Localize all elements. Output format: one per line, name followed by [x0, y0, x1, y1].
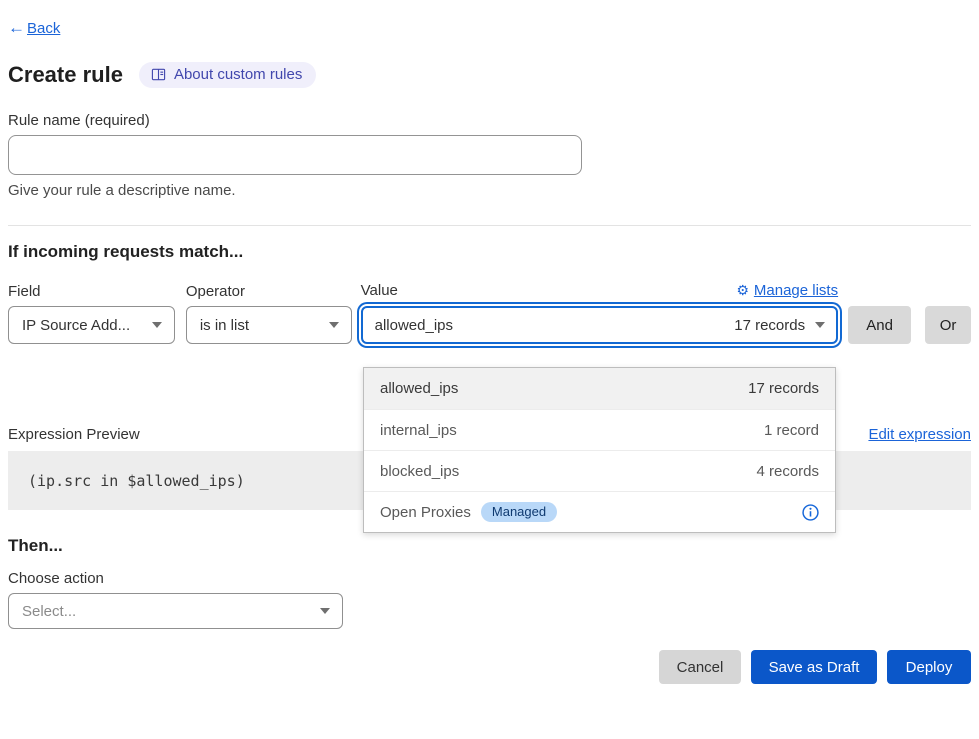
match-section-heading: If incoming requests match...: [8, 242, 971, 262]
action-select-placeholder: Select...: [22, 603, 76, 620]
chevron-down-icon: [320, 608, 330, 614]
list-item-name: allowed_ips: [380, 380, 458, 397]
value-label: Value: [361, 282, 398, 299]
manage-lists-label[interactable]: Manage lists: [754, 282, 838, 299]
operator-select-value: is in list: [200, 317, 249, 334]
info-icon[interactable]: [802, 504, 819, 521]
list-item-count: 4 records: [756, 463, 819, 480]
rule-name-input[interactable]: [8, 135, 582, 175]
back-link[interactable]: ← Back: [8, 18, 971, 38]
or-button[interactable]: Or: [925, 306, 971, 344]
edit-expression-link[interactable]: Edit expression: [868, 426, 971, 443]
chevron-down-icon: [152, 322, 162, 328]
save-as-draft-button[interactable]: Save as Draft: [751, 650, 877, 684]
field-select[interactable]: IP Source Add...: [8, 306, 175, 344]
value-select-count: 17 records: [734, 317, 805, 334]
value-select-name: allowed_ips: [375, 317, 453, 334]
list-item-name: internal_ips: [380, 422, 457, 439]
back-link-label[interactable]: Back: [27, 20, 60, 37]
page-title: Create rule: [8, 62, 123, 88]
deploy-button[interactable]: Deploy: [887, 650, 971, 684]
rule-name-helper: Give your rule a descriptive name.: [8, 182, 971, 199]
managed-badge: Managed: [481, 502, 557, 522]
list-item-open-proxies[interactable]: Open Proxies Managed: [364, 491, 835, 532]
operator-select[interactable]: is in list: [186, 306, 352, 344]
operator-label: Operator: [186, 283, 352, 300]
cancel-button[interactable]: Cancel: [659, 650, 741, 684]
list-item-blocked-ips[interactable]: blocked_ips 4 records: [364, 450, 835, 491]
list-item-name: Open Proxies: [380, 504, 471, 521]
back-arrow-icon: ←: [8, 18, 25, 38]
value-select[interactable]: allowed_ips 17 records: [361, 306, 838, 344]
condition-row: Field IP Source Add... Operator is in li…: [8, 280, 971, 344]
section-divider: [8, 225, 971, 226]
expression-code: (ip.src in $allowed_ips): [8, 472, 245, 490]
field-label: Field: [8, 283, 175, 300]
choose-action-label: Choose action: [8, 570, 971, 587]
expression-preview-label: Expression Preview: [8, 426, 140, 443]
list-item-internal-ips[interactable]: internal_ips 1 record: [364, 409, 835, 450]
chevron-down-icon: [329, 322, 339, 328]
page-header: Create rule About custom rules: [8, 62, 971, 88]
list-item-name: blocked_ips: [380, 463, 459, 480]
list-item-allowed-ips[interactable]: allowed_ips 17 records: [364, 368, 835, 409]
list-dropdown: allowed_ips 17 records internal_ips 1 re…: [363, 367, 836, 533]
about-badge-label: About custom rules: [174, 66, 302, 83]
gear-icon: ⚙: [736, 282, 749, 299]
footer-actions: Cancel Save as Draft Deploy: [8, 650, 971, 684]
rule-name-label: Rule name (required): [8, 112, 971, 129]
list-item-count: 1 record: [764, 422, 819, 439]
chevron-down-icon: [815, 322, 825, 328]
then-section-heading: Then...: [8, 536, 971, 556]
about-custom-rules-link[interactable]: About custom rules: [139, 62, 316, 88]
create-rule-page: ← Back Create rule About custom rules Ru…: [0, 0, 979, 739]
field-select-value: IP Source Add...: [22, 317, 130, 334]
list-item-count: 17 records: [748, 380, 819, 397]
manage-lists-link[interactable]: ⚙ Manage lists: [736, 282, 838, 299]
and-button[interactable]: And: [848, 306, 911, 344]
book-icon: [151, 67, 166, 82]
action-select[interactable]: Select...: [8, 593, 343, 629]
